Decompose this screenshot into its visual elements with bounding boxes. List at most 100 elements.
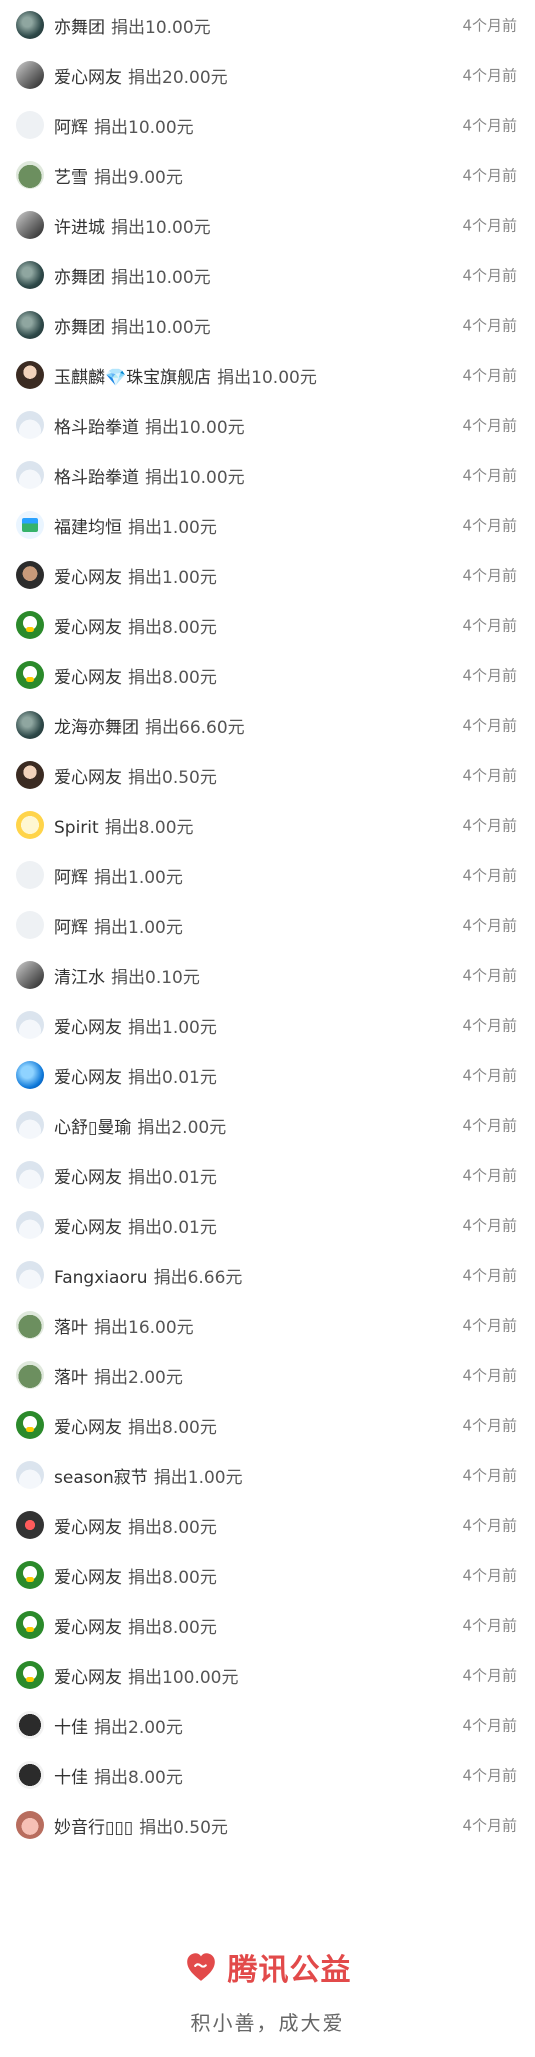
donor-text: 妙音行▯▯▯ 捐出0.50元	[54, 1813, 228, 1838]
donation-amount: 捐出66.60元	[145, 717, 245, 738]
donor-text: 格斗跆拳道 捐出10.00元	[54, 413, 245, 438]
donor-text: 心舒▯曼瑜 捐出2.00元	[54, 1113, 226, 1138]
donor-text: season寂节 捐出1.00元	[54, 1463, 243, 1488]
donation-time: 4个月前	[462, 1566, 517, 1585]
avatar	[16, 1511, 44, 1539]
donation-amount: 捐出1.00元	[128, 517, 217, 538]
donation-time: 4个月前	[462, 16, 517, 35]
list-item: 阿辉 捐出1.00元 4个月前	[0, 850, 535, 900]
list-item: 爱心网友 捐出0.01元 4个月前	[0, 1150, 535, 1200]
donor-name: 龙海亦舞团	[54, 717, 139, 738]
donation-time: 4个月前	[462, 116, 517, 135]
donation-time: 4个月前	[462, 66, 517, 85]
donor-name: 格斗跆拳道	[54, 417, 139, 438]
list-item: 阿辉 捐出10.00元 4个月前	[0, 100, 535, 150]
donor-text: 亦舞团 捐出10.00元	[54, 263, 211, 288]
donor-name: 阿辉	[54, 867, 88, 888]
list-item: 阿辉 捐出1.00元 4个月前	[0, 900, 535, 950]
donor-name: 爱心网友	[54, 567, 122, 588]
avatar	[16, 1761, 44, 1789]
donation-time: 4个月前	[462, 516, 517, 535]
avatar	[16, 711, 44, 739]
donation-time: 4个月前	[462, 1266, 517, 1285]
donor-name: 亦舞团	[54, 267, 105, 288]
donation-amount: 捐出10.00元	[94, 117, 194, 138]
donor-text: 格斗跆拳道 捐出10.00元	[54, 463, 245, 488]
avatar	[16, 311, 44, 339]
list-item: 爱心网友 捐出1.00元 4个月前	[0, 550, 535, 600]
donor-text: 爱心网友 捐出1.00元	[54, 563, 217, 588]
avatar	[16, 1161, 44, 1189]
donor-text: 落叶 捐出16.00元	[54, 1313, 194, 1338]
donation-time: 4个月前	[462, 1366, 517, 1385]
donor-name: 亦舞团	[54, 317, 105, 338]
donor-name: 爱心网友	[54, 1617, 122, 1638]
list-item: 落叶 捐出16.00元 4个月前	[0, 1300, 535, 1350]
donation-time: 4个月前	[462, 1166, 517, 1185]
avatar	[16, 1661, 44, 1689]
avatar	[16, 511, 44, 539]
donation-amount: 捐出8.00元	[128, 1567, 217, 1588]
donation-time: 4个月前	[462, 1066, 517, 1085]
donation-amount: 捐出10.00元	[145, 467, 245, 488]
list-item: 亦舞团 捐出10.00元 4个月前	[0, 250, 535, 300]
donor-name: 爱心网友	[54, 1067, 122, 1088]
list-item: 许进城 捐出10.00元 4个月前	[0, 200, 535, 250]
list-item: season寂节 捐出1.00元 4个月前	[0, 1450, 535, 1500]
donor-name: Spirit	[54, 817, 99, 838]
avatar	[16, 111, 44, 139]
donor-name: Fangxiaoru	[54, 1267, 148, 1288]
donor-name: 十佳	[54, 1767, 88, 1788]
donor-name: 格斗跆拳道	[54, 467, 139, 488]
donation-amount: 捐出10.00元	[145, 417, 245, 438]
avatar	[16, 1311, 44, 1339]
donation-amount: 捐出1.00元	[128, 567, 217, 588]
donation-time: 4个月前	[462, 1016, 517, 1035]
donation-time: 4个月前	[462, 1816, 517, 1835]
donor-text: 龙海亦舞团 捐出66.60元	[54, 713, 245, 738]
list-item: 福建均恒 捐出1.00元 4个月前	[0, 500, 535, 550]
donor-name: 福建均恒	[54, 517, 122, 538]
donor-name: 爱心网友	[54, 1167, 122, 1188]
avatar	[16, 661, 44, 689]
brand-text: 腾讯公益	[227, 1953, 352, 1988]
avatar	[16, 261, 44, 289]
donor-name: 落叶	[54, 1367, 88, 1388]
donation-amount: 捐出0.01元	[128, 1067, 217, 1088]
donation-amount: 捐出0.50元	[139, 1817, 228, 1838]
donor-text: Fangxiaoru 捐出6.66元	[54, 1263, 242, 1288]
avatar	[16, 1711, 44, 1739]
donor-name: 爱心网友	[54, 1417, 122, 1438]
avatar	[16, 1061, 44, 1089]
avatar	[16, 1261, 44, 1289]
donation-amount: 捐出0.50元	[128, 767, 217, 788]
footer: 腾讯公益 积小善，成大爱	[0, 1945, 535, 2036]
donation-time: 4个月前	[462, 316, 517, 335]
heart-hand-icon	[184, 1950, 218, 1984]
list-item: 十佳 捐出2.00元 4个月前	[0, 1700, 535, 1750]
avatar	[16, 911, 44, 939]
avatar	[16, 211, 44, 239]
avatar	[16, 611, 44, 639]
donor-name: 心舒▯曼瑜	[54, 1117, 132, 1138]
list-item: 爱心网友 捐出8.00元 4个月前	[0, 1600, 535, 1650]
donor-text: 爱心网友 捐出8.00元	[54, 1413, 217, 1438]
list-item: 爱心网友 捐出0.01元 4个月前	[0, 1200, 535, 1250]
avatar	[16, 1561, 44, 1589]
avatar	[16, 811, 44, 839]
avatar	[16, 411, 44, 439]
avatar	[16, 361, 44, 389]
donor-text: 十佳 捐出8.00元	[54, 1763, 183, 1788]
donation-amount: 捐出9.00元	[94, 167, 183, 188]
donor-name: 妙音行▯▯▯	[54, 1817, 134, 1838]
donation-time: 4个月前	[462, 1616, 517, 1635]
list-item: 爱心网友 捐出8.00元 4个月前	[0, 600, 535, 650]
donation-time: 4个月前	[462, 166, 517, 185]
donation-time: 4个月前	[462, 1216, 517, 1235]
donor-text: 福建均恒 捐出1.00元	[54, 513, 217, 538]
donation-amount: 捐出8.00元	[94, 1767, 183, 1788]
donor-text: 阿辉 捐出1.00元	[54, 863, 183, 888]
list-item: 爱心网友 捐出100.00元 4个月前	[0, 1650, 535, 1700]
donation-time: 4个月前	[462, 616, 517, 635]
donation-amount: 捐出0.01元	[128, 1217, 217, 1238]
